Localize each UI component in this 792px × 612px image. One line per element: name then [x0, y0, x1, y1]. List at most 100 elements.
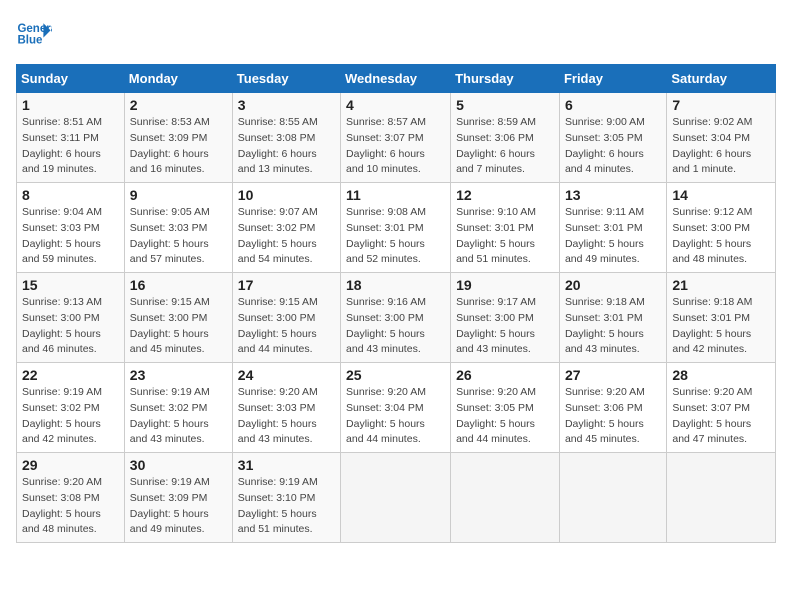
header: General Blue — [16, 16, 776, 52]
day-cell: 1 Sunrise: 8:51 AM Sunset: 3:11 PM Dayli… — [17, 93, 125, 183]
day-number: 13 — [565, 187, 661, 203]
day-detail: Sunrise: 8:55 AM Sunset: 3:08 PM Dayligh… — [238, 115, 335, 178]
day-cell: 14 Sunrise: 9:12 AM Sunset: 3:00 PM Dayl… — [667, 183, 776, 273]
day-cell: 19 Sunrise: 9:17 AM Sunset: 3:00 PM Dayl… — [451, 273, 560, 363]
header-row: SundayMondayTuesdayWednesdayThursdayFrid… — [17, 65, 776, 93]
col-header-tuesday: Tuesday — [232, 65, 340, 93]
day-number: 31 — [238, 457, 335, 473]
day-detail: Sunrise: 9:19 AM Sunset: 3:09 PM Dayligh… — [130, 475, 227, 538]
day-cell — [341, 453, 451, 543]
day-number: 2 — [130, 97, 227, 113]
day-cell: 20 Sunrise: 9:18 AM Sunset: 3:01 PM Dayl… — [559, 273, 666, 363]
day-number: 1 — [22, 97, 119, 113]
day-cell: 18 Sunrise: 9:16 AM Sunset: 3:00 PM Dayl… — [341, 273, 451, 363]
day-detail: Sunrise: 9:18 AM Sunset: 3:01 PM Dayligh… — [565, 295, 661, 358]
day-number: 10 — [238, 187, 335, 203]
day-detail: Sunrise: 9:15 AM Sunset: 3:00 PM Dayligh… — [130, 295, 227, 358]
day-cell: 9 Sunrise: 9:05 AM Sunset: 3:03 PM Dayli… — [124, 183, 232, 273]
day-cell: 10 Sunrise: 9:07 AM Sunset: 3:02 PM Dayl… — [232, 183, 340, 273]
day-number: 16 — [130, 277, 227, 293]
day-detail: Sunrise: 9:17 AM Sunset: 3:00 PM Dayligh… — [456, 295, 554, 358]
day-detail: Sunrise: 9:20 AM Sunset: 3:06 PM Dayligh… — [565, 385, 661, 448]
day-cell: 7 Sunrise: 9:02 AM Sunset: 3:04 PM Dayli… — [667, 93, 776, 183]
day-cell: 25 Sunrise: 9:20 AM Sunset: 3:04 PM Dayl… — [341, 363, 451, 453]
day-detail: Sunrise: 9:20 AM Sunset: 3:04 PM Dayligh… — [346, 385, 445, 448]
day-detail: Sunrise: 9:20 AM Sunset: 3:05 PM Dayligh… — [456, 385, 554, 448]
day-detail: Sunrise: 9:05 AM Sunset: 3:03 PM Dayligh… — [130, 205, 227, 268]
day-number: 3 — [238, 97, 335, 113]
day-detail: Sunrise: 9:07 AM Sunset: 3:02 PM Dayligh… — [238, 205, 335, 268]
day-number: 5 — [456, 97, 554, 113]
week-row-1: 1 Sunrise: 8:51 AM Sunset: 3:11 PM Dayli… — [17, 93, 776, 183]
day-cell: 13 Sunrise: 9:11 AM Sunset: 3:01 PM Dayl… — [559, 183, 666, 273]
day-cell — [451, 453, 560, 543]
day-detail: Sunrise: 9:19 AM Sunset: 3:02 PM Dayligh… — [130, 385, 227, 448]
col-header-wednesday: Wednesday — [341, 65, 451, 93]
day-detail: Sunrise: 9:13 AM Sunset: 3:00 PM Dayligh… — [22, 295, 119, 358]
day-number: 8 — [22, 187, 119, 203]
calendar-table: SundayMondayTuesdayWednesdayThursdayFrid… — [16, 64, 776, 543]
day-detail: Sunrise: 8:51 AM Sunset: 3:11 PM Dayligh… — [22, 115, 119, 178]
day-cell: 21 Sunrise: 9:18 AM Sunset: 3:01 PM Dayl… — [667, 273, 776, 363]
day-detail: Sunrise: 8:53 AM Sunset: 3:09 PM Dayligh… — [130, 115, 227, 178]
logo: General Blue — [16, 16, 56, 52]
day-cell: 12 Sunrise: 9:10 AM Sunset: 3:01 PM Dayl… — [451, 183, 560, 273]
col-header-thursday: Thursday — [451, 65, 560, 93]
day-detail: Sunrise: 9:12 AM Sunset: 3:00 PM Dayligh… — [672, 205, 770, 268]
day-cell: 29 Sunrise: 9:20 AM Sunset: 3:08 PM Dayl… — [17, 453, 125, 543]
day-number: 22 — [22, 367, 119, 383]
day-number: 23 — [130, 367, 227, 383]
day-number: 28 — [672, 367, 770, 383]
day-cell: 28 Sunrise: 9:20 AM Sunset: 3:07 PM Dayl… — [667, 363, 776, 453]
day-number: 24 — [238, 367, 335, 383]
day-cell: 16 Sunrise: 9:15 AM Sunset: 3:00 PM Dayl… — [124, 273, 232, 363]
day-detail: Sunrise: 9:20 AM Sunset: 3:08 PM Dayligh… — [22, 475, 119, 538]
day-number: 12 — [456, 187, 554, 203]
day-number: 17 — [238, 277, 335, 293]
day-detail: Sunrise: 9:04 AM Sunset: 3:03 PM Dayligh… — [22, 205, 119, 268]
day-cell: 23 Sunrise: 9:19 AM Sunset: 3:02 PM Dayl… — [124, 363, 232, 453]
day-number: 30 — [130, 457, 227, 473]
day-cell: 4 Sunrise: 8:57 AM Sunset: 3:07 PM Dayli… — [341, 93, 451, 183]
day-number: 9 — [130, 187, 227, 203]
day-number: 27 — [565, 367, 661, 383]
day-detail: Sunrise: 9:11 AM Sunset: 3:01 PM Dayligh… — [565, 205, 661, 268]
day-cell — [559, 453, 666, 543]
day-number: 11 — [346, 187, 445, 203]
day-cell: 8 Sunrise: 9:04 AM Sunset: 3:03 PM Dayli… — [17, 183, 125, 273]
day-detail: Sunrise: 9:16 AM Sunset: 3:00 PM Dayligh… — [346, 295, 445, 358]
day-detail: Sunrise: 9:08 AM Sunset: 3:01 PM Dayligh… — [346, 205, 445, 268]
day-detail: Sunrise: 8:57 AM Sunset: 3:07 PM Dayligh… — [346, 115, 445, 178]
svg-text:Blue: Blue — [17, 34, 43, 46]
day-detail: Sunrise: 9:18 AM Sunset: 3:01 PM Dayligh… — [672, 295, 770, 358]
day-number: 18 — [346, 277, 445, 293]
day-cell — [667, 453, 776, 543]
week-row-4: 22 Sunrise: 9:19 AM Sunset: 3:02 PM Dayl… — [17, 363, 776, 453]
day-number: 7 — [672, 97, 770, 113]
day-detail: Sunrise: 9:20 AM Sunset: 3:07 PM Dayligh… — [672, 385, 770, 448]
day-cell: 22 Sunrise: 9:19 AM Sunset: 3:02 PM Dayl… — [17, 363, 125, 453]
day-cell: 2 Sunrise: 8:53 AM Sunset: 3:09 PM Dayli… — [124, 93, 232, 183]
day-cell: 24 Sunrise: 9:20 AM Sunset: 3:03 PM Dayl… — [232, 363, 340, 453]
day-number: 14 — [672, 187, 770, 203]
day-cell: 3 Sunrise: 8:55 AM Sunset: 3:08 PM Dayli… — [232, 93, 340, 183]
day-detail: Sunrise: 9:10 AM Sunset: 3:01 PM Dayligh… — [456, 205, 554, 268]
day-detail: Sunrise: 9:02 AM Sunset: 3:04 PM Dayligh… — [672, 115, 770, 178]
col-header-monday: Monday — [124, 65, 232, 93]
day-cell: 17 Sunrise: 9:15 AM Sunset: 3:00 PM Dayl… — [232, 273, 340, 363]
day-detail: Sunrise: 9:19 AM Sunset: 3:10 PM Dayligh… — [238, 475, 335, 538]
day-detail: Sunrise: 9:00 AM Sunset: 3:05 PM Dayligh… — [565, 115, 661, 178]
day-cell: 15 Sunrise: 9:13 AM Sunset: 3:00 PM Dayl… — [17, 273, 125, 363]
col-header-sunday: Sunday — [17, 65, 125, 93]
day-number: 20 — [565, 277, 661, 293]
day-cell: 11 Sunrise: 9:08 AM Sunset: 3:01 PM Dayl… — [341, 183, 451, 273]
day-number: 25 — [346, 367, 445, 383]
day-cell: 31 Sunrise: 9:19 AM Sunset: 3:10 PM Dayl… — [232, 453, 340, 543]
day-number: 26 — [456, 367, 554, 383]
day-number: 19 — [456, 277, 554, 293]
day-cell: 30 Sunrise: 9:19 AM Sunset: 3:09 PM Dayl… — [124, 453, 232, 543]
day-cell: 26 Sunrise: 9:20 AM Sunset: 3:05 PM Dayl… — [451, 363, 560, 453]
week-row-5: 29 Sunrise: 9:20 AM Sunset: 3:08 PM Dayl… — [17, 453, 776, 543]
day-number: 29 — [22, 457, 119, 473]
col-header-saturday: Saturday — [667, 65, 776, 93]
